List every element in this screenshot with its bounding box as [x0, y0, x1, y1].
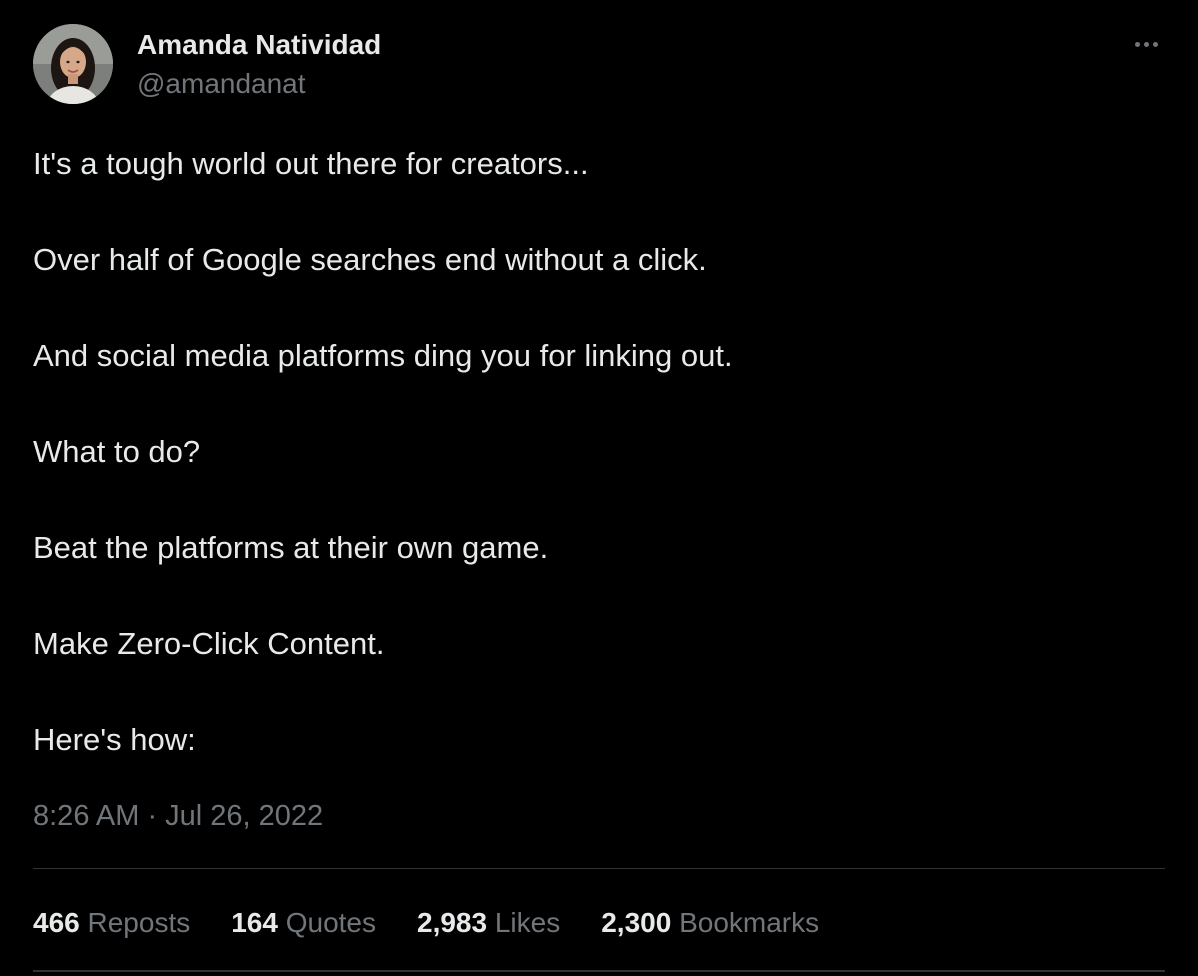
tweet-paragraph: Over half of Google searches end without…	[33, 242, 707, 277]
tweet-card: Amanda Natividad @amandanat It's a tough…	[0, 0, 1198, 976]
tweet-paragraph: Make Zero-Click Content.	[33, 626, 385, 661]
bookmarks-stat[interactable]: 2,300 Bookmarks	[601, 905, 819, 941]
bookmarks-count: 2,300	[601, 907, 672, 938]
avatar[interactable]	[33, 24, 113, 104]
bookmarks-label: Bookmarks	[679, 907, 820, 938]
divider	[33, 970, 1165, 972]
quotes-stat[interactable]: 164 Quotes	[231, 905, 376, 941]
avatar-image	[33, 24, 113, 104]
author-handle[interactable]: @amandanat	[137, 67, 306, 101]
reposts-count: 466	[33, 907, 80, 938]
reposts-label: Reposts	[87, 907, 191, 938]
likes-label: Likes	[494, 907, 561, 938]
engagement-stats: 466 Reposts 164 Quotes 2,983 Likes 2,300…	[33, 905, 819, 941]
tweet-paragraph: And social media platforms ding you for …	[33, 338, 733, 373]
reposts-stat[interactable]: 466 Reposts	[33, 905, 190, 941]
likes-stat[interactable]: 2,983 Likes	[417, 905, 560, 941]
tweet-timestamp[interactable]: 8:26 AM · Jul 26, 2022	[33, 798, 323, 834]
more-horizontal-icon	[1152, 41, 1158, 47]
more-horizontal-icon	[1143, 41, 1149, 47]
tweet-paragraph: Here's how:	[33, 722, 196, 757]
tweet-paragraph: Beat the platforms at their own game.	[33, 530, 549, 565]
tweet-paragraph: What to do?	[33, 434, 201, 469]
quotes-label: Quotes	[285, 907, 376, 938]
more-horizontal-icon	[1134, 41, 1140, 47]
quotes-count: 164	[231, 907, 278, 938]
likes-count: 2,983	[417, 907, 488, 938]
divider	[33, 868, 1165, 869]
more-options-button[interactable]	[1124, 30, 1168, 58]
tweet-text: It's a tough world out there for creator…	[33, 144, 1153, 816]
author-name[interactable]: Amanda Natividad	[137, 28, 381, 62]
tweet-paragraph: It's a tough world out there for creator…	[33, 146, 589, 181]
